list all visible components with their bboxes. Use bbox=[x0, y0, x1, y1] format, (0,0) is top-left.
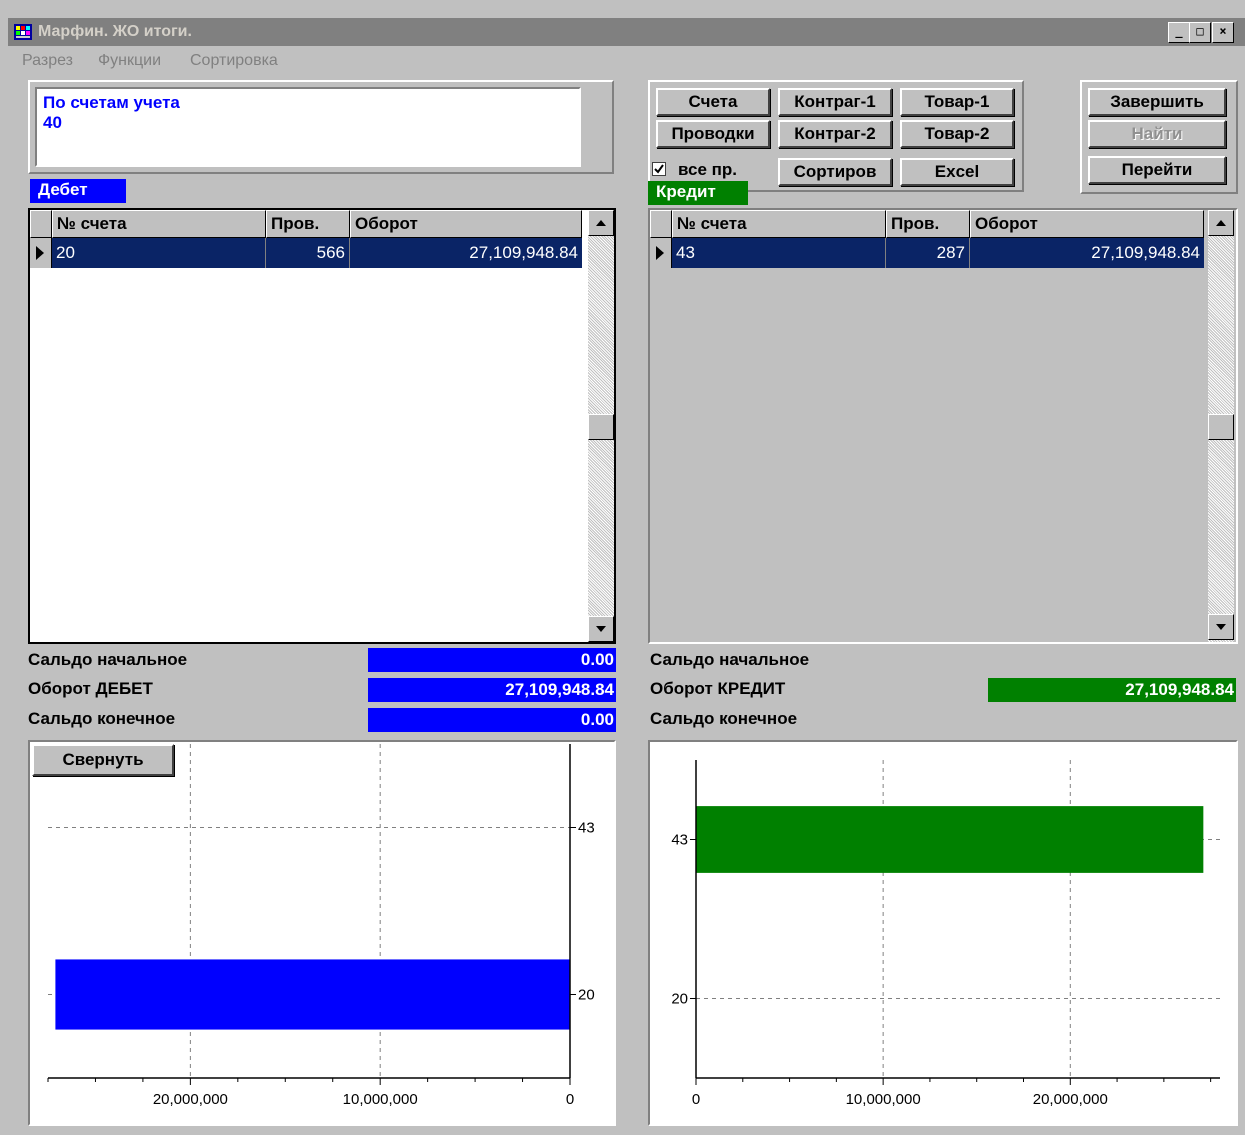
pereyti-button[interactable]: Перейти bbox=[1088, 156, 1226, 184]
minimize-icon: _ bbox=[1175, 24, 1183, 38]
debit-closing-value: 0.00 bbox=[368, 708, 616, 732]
menu-item-razrez[interactable]: Разрез bbox=[22, 52, 73, 70]
debit-grid-indicator-header bbox=[30, 210, 52, 238]
credit-closing-label: Сальдо конечное bbox=[650, 709, 798, 728]
credit-chart-panel: 0 10,000,000 20,000,000 20 43 bbox=[648, 740, 1238, 1126]
close-icon: × bbox=[1219, 24, 1227, 38]
row-pointer-icon bbox=[36, 246, 44, 260]
x-tick-label-0: 0 bbox=[566, 1091, 574, 1108]
arrow-up-icon bbox=[596, 220, 606, 226]
x-tick-label-2: 20,000,000 bbox=[153, 1091, 228, 1108]
arrow-down-icon bbox=[1216, 624, 1226, 630]
schet-button[interactable]: Счета bbox=[656, 88, 770, 116]
collapse-button[interactable]: Свернуть bbox=[32, 744, 174, 776]
debit-scroll-up-button[interactable] bbox=[588, 210, 614, 236]
checkmark-icon bbox=[654, 164, 664, 174]
menu-item-sortirovka[interactable]: Сортировка bbox=[190, 52, 278, 70]
tovar1-button[interactable]: Товар-1 bbox=[900, 88, 1014, 116]
debit-closing-label: Сальдо конечное bbox=[28, 709, 176, 728]
credit-scroll-thumb[interactable] bbox=[1208, 414, 1234, 440]
y-tick-label-20: 20 bbox=[578, 987, 595, 1004]
credit-chart: 0 10,000,000 20,000,000 20 43 bbox=[671, 760, 1220, 1108]
memo-line-2: 40 bbox=[43, 113, 62, 132]
vse-pr-checkbox[interactable] bbox=[652, 162, 666, 176]
sortirov-button[interactable]: Сортиров bbox=[778, 158, 892, 186]
debit-col-turnover-header[interactable]: Оборот bbox=[350, 210, 582, 238]
excel-button[interactable]: Excel bbox=[900, 158, 1014, 186]
debit-row-indicator bbox=[30, 238, 52, 268]
vse-pr-label: все пр. bbox=[678, 160, 738, 179]
debit-scroll-thumb[interactable] bbox=[588, 414, 614, 440]
row-pointer-icon bbox=[656, 246, 664, 260]
credit-row-account: 43 bbox=[672, 238, 886, 268]
debit-chart: 0 10,000,000 20,000,000 20 43 bbox=[47, 744, 595, 1108]
x-tick-label-1: 10,000,000 bbox=[846, 1091, 921, 1108]
window-title-bar[interactable]: Марфин. ЖО итоги. _ □ × bbox=[8, 18, 1245, 46]
kontrag1-button[interactable]: Контраг-1 bbox=[778, 88, 892, 116]
table-row[interactable]: 43 287 27,109,948.84 bbox=[672, 238, 1204, 268]
debit-opening-value: 0.00 bbox=[368, 648, 616, 672]
minimize-button[interactable]: _ bbox=[1168, 22, 1190, 43]
table-row[interactable]: 20 566 27,109,948.84 bbox=[52, 238, 582, 268]
app-icon bbox=[14, 24, 32, 40]
kontrag2-button[interactable]: Контраг-2 bbox=[778, 120, 892, 148]
memo-box: По счетам учета 40 bbox=[35, 87, 581, 167]
credit-col-turnover-header[interactable]: Оборот bbox=[970, 210, 1204, 238]
y-tick-label-20: 20 bbox=[671, 991, 688, 1008]
vse-pr-checkbox-row[interactable]: все пр. bbox=[652, 160, 772, 182]
credit-tag: Кредит bbox=[648, 181, 748, 205]
debit-chart-panel: 0 10,000,000 20,000,000 20 43 Свернуть bbox=[28, 740, 616, 1126]
credit-col-account-header[interactable]: № счета bbox=[672, 210, 886, 238]
debit-scrollbar[interactable] bbox=[588, 210, 614, 642]
memo-panel: По счетам учета 40 bbox=[28, 80, 614, 174]
arrow-up-icon bbox=[1216, 220, 1226, 226]
provodki-button[interactable]: Проводки bbox=[656, 120, 770, 148]
menu-item-funktsii[interactable]: Функции bbox=[98, 52, 161, 70]
tovar2-button[interactable]: Товар-2 bbox=[900, 120, 1014, 148]
maximize-button[interactable]: □ bbox=[1189, 22, 1211, 43]
bar-20 bbox=[55, 959, 571, 1030]
y-tick-label-43: 43 bbox=[578, 820, 595, 837]
nayti-button[interactable]: Найти bbox=[1088, 120, 1226, 148]
debit-col-account-header[interactable]: № счета bbox=[52, 210, 266, 238]
debit-row-count: 566 bbox=[266, 238, 350, 268]
credit-scroll-up-button[interactable] bbox=[1208, 210, 1234, 236]
debit-tag: Дебет bbox=[30, 179, 126, 203]
debit-grid[interactable]: № счета Пров. Оборот 20 566 27,109,948.8… bbox=[28, 208, 616, 644]
credit-row-indicator bbox=[650, 238, 672, 268]
debit-turnover-label: Оборот ДЕБЕТ bbox=[28, 679, 153, 698]
menu-bar: Разрез Функции Сортировка bbox=[8, 48, 1245, 76]
credit-turnover-label: Оборот КРЕДИТ bbox=[650, 679, 786, 698]
debit-row-account: 20 bbox=[52, 238, 266, 268]
credit-row-turnover: 27,109,948.84 bbox=[1091, 243, 1200, 262]
credit-opening-label: Сальдо начальное bbox=[650, 650, 810, 669]
credit-row-count: 287 bbox=[886, 238, 970, 268]
credit-col-count-header[interactable]: Пров. bbox=[886, 210, 970, 238]
x-tick-label-0: 0 bbox=[692, 1091, 700, 1108]
x-tick-label-1: 10,000,000 bbox=[343, 1091, 418, 1108]
debit-col-count-header[interactable]: Пров. bbox=[266, 210, 350, 238]
debit-turnover-value: 27,109,948.84 bbox=[368, 678, 616, 702]
maximize-icon: □ bbox=[1196, 24, 1204, 38]
credit-grid[interactable]: № счета Пров. Оборот 43 287 27,109,948.8… bbox=[648, 208, 1238, 644]
y-tick-label-43: 43 bbox=[671, 832, 688, 849]
zavershit-button[interactable]: Завершить bbox=[1088, 88, 1226, 116]
window-title: Марфин. ЖО итоги. bbox=[38, 23, 192, 40]
credit-turnover-value: 27,109,948.84 bbox=[988, 678, 1236, 702]
debit-scroll-down-button[interactable] bbox=[588, 616, 614, 642]
memo-line-1: По счетам учета bbox=[43, 93, 180, 112]
close-button[interactable]: × bbox=[1212, 22, 1234, 43]
credit-grid-indicator-header bbox=[650, 210, 672, 238]
bar-43 bbox=[696, 806, 1204, 873]
credit-scrollbar[interactable] bbox=[1208, 210, 1234, 642]
credit-scroll-down-button[interactable] bbox=[1208, 614, 1234, 640]
debit-opening-label: Сальдо начальное bbox=[28, 650, 188, 669]
x-tick-label-2: 20,000,000 bbox=[1033, 1091, 1108, 1108]
arrow-down-icon bbox=[596, 626, 606, 632]
debit-row-turnover: 27,109,948.84 bbox=[469, 243, 578, 262]
